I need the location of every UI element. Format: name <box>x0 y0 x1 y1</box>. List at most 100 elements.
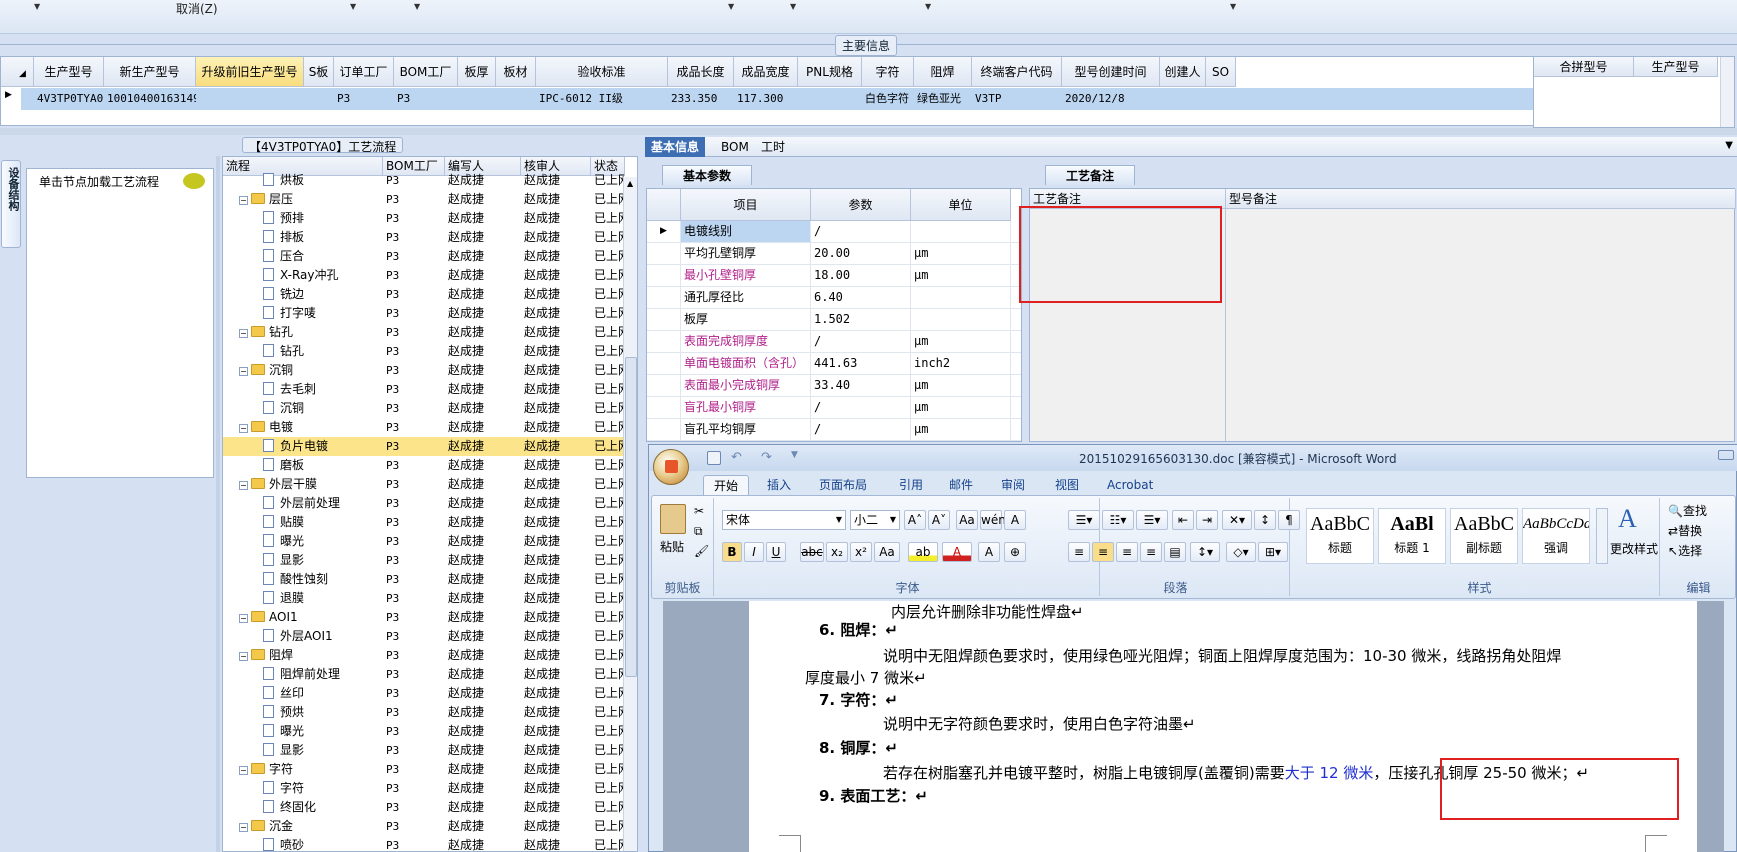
cell-13[interactable]: 绿色亚光 <box>914 88 972 110</box>
col-model-notes[interactable]: 型号备注 <box>1226 189 1736 209</box>
col-17[interactable]: SO <box>1206 57 1236 87</box>
line-spacing-button[interactable]: ↕▾ <box>1190 542 1220 562</box>
cell-14[interactable]: V3TP <box>972 88 1062 110</box>
tree-row[interactable]: 磨板 P3 赵成捷 赵成捷 已上网 <box>223 456 624 475</box>
col-3[interactable]: S板 <box>304 57 334 87</box>
scroll-thumb[interactable] <box>625 357 637 677</box>
increase-indent-button[interactable]: ⇥ <box>1196 510 1218 530</box>
param-row[interactable]: ▶ 电镀线别 / <box>647 221 1021 243</box>
distribute-button[interactable]: ▤ <box>1164 542 1186 562</box>
collapse-icon[interactable]: − <box>239 652 248 661</box>
dropdown-arrow-icon[interactable]: ▼ <box>1230 2 1236 11</box>
load-flow-panel[interactable]: 单击节点加载工艺流程 <box>26 168 214 478</box>
asian-layout-button[interactable]: ✕▾ <box>1222 510 1252 530</box>
tree-row[interactable]: − 钻孔 P3 赵成捷 赵成捷 已上网 <box>223 323 624 342</box>
col-16[interactable]: 创建人 <box>1160 57 1206 87</box>
cell-6[interactable] <box>458 88 496 110</box>
tree-row[interactable]: − 层压 P3 赵成捷 赵成捷 已上网 <box>223 190 624 209</box>
cell-1[interactable]: 10010400163149 <box>104 88 196 110</box>
ribbon-tab-6[interactable]: 视图 <box>1055 475 1079 495</box>
dropdown-arrow-icon[interactable]: ▼ <box>350 2 356 11</box>
tab-bom[interactable]: BOM <box>715 137 755 157</box>
style-1[interactable]: AaBl 标题 1 <box>1378 508 1446 564</box>
ribbon-tab-1[interactable]: 插入 <box>767 475 791 495</box>
tree-row[interactable]: 终固化 P3 赵成捷 赵成捷 已上网 <box>223 798 624 817</box>
undo-icon[interactable]: ↶ <box>731 450 742 465</box>
tree-row[interactable]: 曝光 P3 赵成捷 赵成捷 已上网 <box>223 722 624 741</box>
col-item[interactable]: 项目 <box>681 189 811 221</box>
char-border-button[interactable]: A <box>1004 510 1026 530</box>
cell-0[interactable]: 4V3TP0TYA0 <box>34 88 104 110</box>
tab-device-structure[interactable]: 设备结构 <box>1 160 21 248</box>
tabs-menu-icon[interactable]: ▼ <box>1725 140 1733 151</box>
tree-scrollbar[interactable]: ▲ <box>623 177 637 851</box>
param-row[interactable]: 单面电镀面积（含孔） 441.63 inch2 <box>647 353 1021 375</box>
tab-hours[interactable]: 工时 <box>755 137 791 157</box>
bullets-button[interactable]: ☰▾ <box>1068 510 1100 530</box>
ribbon-tab-4[interactable]: 邮件 <box>949 475 973 495</box>
tree-row[interactable]: − 沉铜 P3 赵成捷 赵成捷 已上网 <box>223 361 624 380</box>
strikethrough-button[interactable]: abc <box>800 542 824 562</box>
shrink-font-button[interactable]: A˅ <box>928 510 950 530</box>
style-3[interactable]: AaBbCcDd 强调 <box>1522 508 1590 564</box>
cell-5[interactable]: P3 <box>394 88 458 110</box>
tree-row[interactable]: 预排 P3 赵成捷 赵成捷 已上网 <box>223 209 624 228</box>
col-7[interactable]: 板材 <box>496 57 536 87</box>
col-10[interactable]: 成品宽度 <box>734 57 798 87</box>
param-value[interactable]: 1.502 <box>811 309 911 330</box>
styles-scroll[interactable] <box>1596 508 1608 564</box>
shading-button[interactable]: ◇▾ <box>1226 542 1256 562</box>
param-value[interactable]: 33.40 <box>811 375 911 396</box>
tree-row[interactable]: 外层AOI1 P3 赵成捷 赵成捷 已上网 <box>223 627 624 646</box>
col-0[interactable]: 生产型号 <box>34 57 104 87</box>
select-button[interactable]: ↖选择 <box>1668 542 1702 559</box>
tree-row[interactable]: − 阻焊 P3 赵成捷 赵成捷 已上网 <box>223 646 624 665</box>
col-merge-model[interactable]: 合拼型号 <box>1534 57 1634 77</box>
save-icon[interactable] <box>707 451 721 465</box>
ribbon-tab-7[interactable]: Acrobat <box>1107 475 1153 495</box>
style-2[interactable]: AaBbC 副标题 <box>1450 508 1518 564</box>
tree-row[interactable]: 去毛刺 P3 赵成捷 赵成捷 已上网 <box>223 380 624 399</box>
cell-8[interactable]: IPC-6012 II级 <box>536 88 668 110</box>
replace-button[interactable]: ⇄替换 <box>1668 522 1702 539</box>
decrease-indent-button[interactable]: ⇤ <box>1172 510 1194 530</box>
tree-row[interactable]: 贴膜 P3 赵成捷 赵成捷 已上网 <box>223 513 624 532</box>
horizontal-splitter[interactable] <box>0 128 1737 135</box>
show-marks-button[interactable]: ¶ <box>1278 510 1300 530</box>
align-right-button[interactable]: ≡ <box>1116 542 1138 562</box>
cell-15[interactable]: 2020/12/8 <box>1062 88 1160 110</box>
tree-row[interactable]: 负片电镀 P3 赵成捷 赵成捷 已上网 <box>223 437 624 456</box>
cell-3[interactable] <box>304 88 334 110</box>
col-6[interactable]: 板厚 <box>458 57 496 87</box>
change-case-button[interactable]: Aa <box>874 542 900 562</box>
redo-icon[interactable]: ↷ <box>761 450 772 465</box>
subtab-basic-params[interactable]: 基本参数 <box>662 165 753 185</box>
font-size-combo[interactable]: 小二 ▼ <box>850 510 900 530</box>
tree-row[interactable]: 字符 P3 赵成捷 赵成捷 已上网 <box>223 779 624 798</box>
param-row[interactable]: 通孔厚径比 6.40 <box>647 287 1021 309</box>
collapse-icon[interactable]: − <box>239 424 248 433</box>
scroll-up-icon[interactable]: ▲ <box>627 179 633 188</box>
param-row[interactable]: 表面最小完成铜厚 33.40 μm <box>647 375 1021 397</box>
collapse-icon[interactable]: − <box>239 481 248 490</box>
ribbon-tab-5[interactable]: 审阅 <box>1001 475 1025 495</box>
col-15[interactable]: 型号创建时间 <box>1062 57 1160 87</box>
col-param[interactable]: 参数 <box>811 189 911 221</box>
col-1[interactable]: 新生产型号 <box>104 57 196 87</box>
cut-icon[interactable]: ✂ <box>694 504 704 518</box>
col-12[interactable]: 字符 <box>862 57 914 87</box>
cell-7[interactable] <box>496 88 536 110</box>
tree-row[interactable]: 烘板 P3 赵成捷 赵成捷 已上网 <box>223 171 624 190</box>
tree-row[interactable]: 钻孔 P3 赵成捷 赵成捷 已上网 <box>223 342 624 361</box>
tree-row[interactable]: 阻焊前处理 P3 赵成捷 赵成捷 已上网 <box>223 665 624 684</box>
cell-2[interactable] <box>196 88 304 110</box>
col-unit[interactable]: 单位 <box>911 189 1011 221</box>
tree-row[interactable]: 曝光 P3 赵成捷 赵成捷 已上网 <box>223 532 624 551</box>
font-name-combo[interactable]: 宋体 ▼ <box>722 510 846 530</box>
cell-12[interactable]: 白色字符 <box>862 88 914 110</box>
change-styles-icon[interactable]: A <box>1618 504 1637 534</box>
paste-icon[interactable] <box>660 504 686 534</box>
tree-row[interactable]: 打字唛 P3 赵成捷 赵成捷 已上网 <box>223 304 624 323</box>
col-8[interactable]: 验收标准 <box>536 57 668 87</box>
ribbon-tab-3[interactable]: 引用 <box>899 475 923 495</box>
